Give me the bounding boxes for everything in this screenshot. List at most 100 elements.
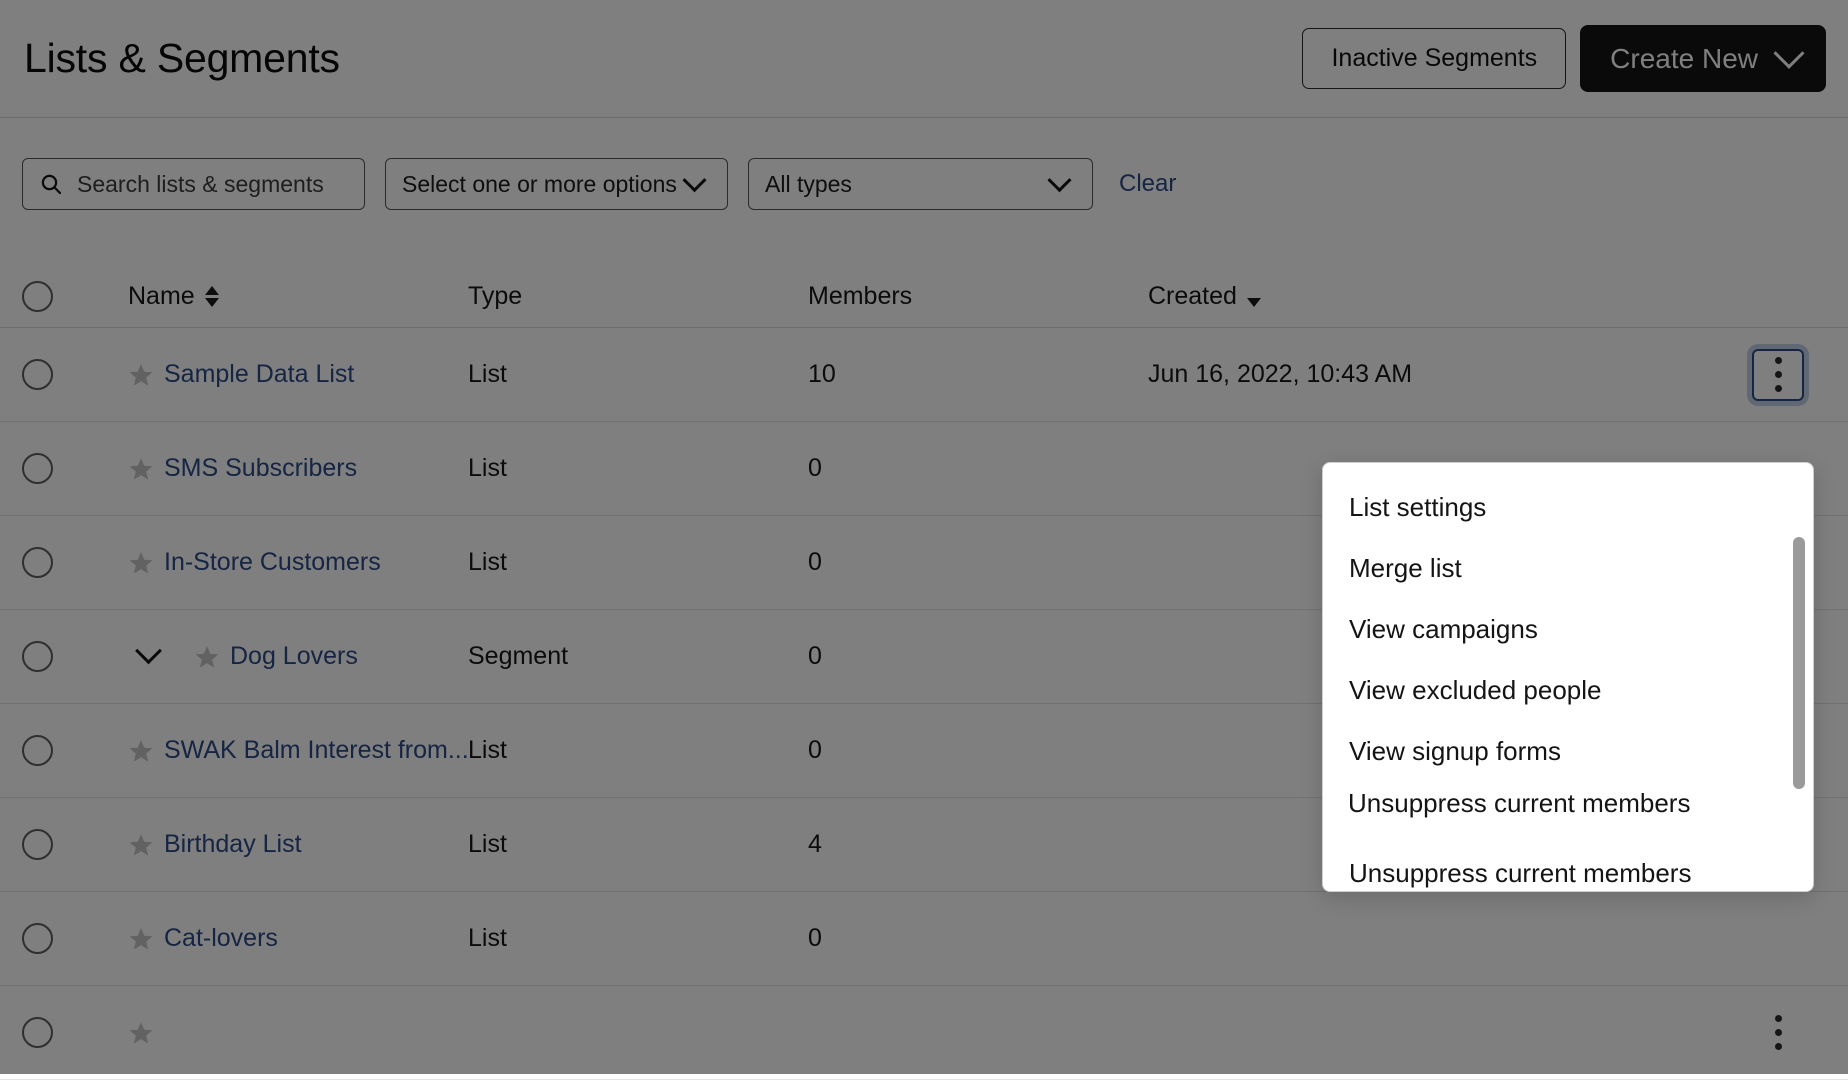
star-icon[interactable]	[194, 644, 220, 670]
table-row[interactable]: Cat-lovers List 0	[0, 892, 1848, 986]
menu-item-list-settings[interactable]: List settings	[1323, 477, 1813, 538]
row-name-cell: Sample Data List	[128, 360, 468, 389]
row-type: List	[468, 454, 808, 483]
select-all-cell	[22, 281, 128, 312]
list-name-link[interactable]: Cat-lovers	[164, 924, 278, 953]
row-type: List	[468, 924, 808, 953]
dropdown-scrollbar-thumb[interactable]	[1793, 537, 1805, 789]
row-type: List	[468, 360, 808, 389]
chevron-down-icon	[682, 168, 706, 192]
row-select-cell	[22, 735, 128, 766]
menu-item-merge-list[interactable]: Merge list	[1323, 538, 1813, 599]
row-checkbox[interactable]	[22, 359, 53, 390]
create-new-button[interactable]: Create New	[1580, 25, 1826, 92]
row-checkbox[interactable]	[22, 923, 53, 954]
table-row[interactable]	[0, 986, 1848, 1080]
row-name-cell	[128, 1020, 468, 1046]
column-header-type: Type	[468, 282, 808, 311]
star-icon[interactable]	[128, 550, 154, 576]
search-icon	[39, 172, 63, 196]
row-type: List	[468, 548, 808, 577]
search-input[interactable]: Search lists & segments	[22, 158, 365, 210]
row-name-cell: In-Store Customers	[128, 548, 468, 577]
chevron-down-icon	[1047, 168, 1071, 192]
column-header-members: Members	[808, 282, 1148, 311]
list-name-link[interactable]: SWAK Balm Interest from...	[164, 736, 469, 765]
column-header-created[interactable]: Created	[1148, 282, 1708, 311]
list-name-link[interactable]: Birthday List	[164, 830, 302, 859]
types-select[interactable]: All types	[748, 158, 1093, 210]
row-checkbox[interactable]	[22, 547, 53, 578]
row-members: 4	[808, 830, 1148, 859]
list-name-link[interactable]: Sample Data List	[164, 360, 354, 389]
row-actions-menu-button[interactable]	[1752, 1007, 1804, 1059]
page-title: Lists & Segments	[24, 38, 340, 79]
column-header-type-label: Type	[468, 282, 522, 311]
page-header: Lists & Segments Inactive Segments Creat…	[0, 0, 1848, 118]
dropdown-scrollbar[interactable]	[1793, 475, 1805, 879]
star-icon[interactable]	[128, 1020, 154, 1046]
row-checkbox[interactable]	[22, 641, 53, 672]
table-header-row: Name Type Members Created	[0, 266, 1848, 328]
search-input-placeholder: Search lists & segments	[77, 171, 324, 198]
row-members: 0	[808, 736, 1148, 765]
star-icon[interactable]	[128, 456, 154, 482]
options-select[interactable]: Select one or more options	[385, 158, 728, 210]
star-icon[interactable]	[128, 832, 154, 858]
column-header-name-label: Name	[128, 282, 195, 311]
filter-bar: Search lists & segments Select one or mo…	[0, 118, 1848, 222]
row-members: 0	[808, 454, 1148, 483]
list-name-link[interactable]: Dog Lovers	[230, 642, 358, 671]
row-type: List	[468, 736, 808, 765]
row-name-cell: Birthday List	[128, 830, 468, 859]
row-checkbox[interactable]	[22, 829, 53, 860]
row-select-cell	[22, 547, 128, 578]
star-icon[interactable]	[128, 926, 154, 952]
row-members: 0	[808, 548, 1148, 577]
row-select-cell	[22, 359, 128, 390]
table-row[interactable]: Sample Data List List 10 Jun 16, 2022, 1…	[0, 328, 1848, 422]
lists-and-segments-page: Lists & Segments Inactive Segments Creat…	[0, 0, 1848, 1074]
header-actions: Inactive Segments Create New	[1302, 25, 1826, 92]
row-actions-cell	[1708, 349, 1848, 401]
menu-item-view-campaigns[interactable]: View campaigns	[1323, 599, 1813, 660]
menu-item-view-signup-forms[interactable]: View signup forms	[1323, 721, 1813, 782]
row-created: Jun 16, 2022, 10:43 AM	[1148, 360, 1708, 389]
menu-item-unsuppress-current-members-highlighted[interactable]: Unsuppress current members	[1323, 776, 1715, 831]
row-name-cell: SWAK Balm Interest from...	[128, 736, 468, 765]
row-select-cell	[22, 453, 128, 484]
sort-icon[interactable]	[205, 286, 219, 307]
row-actions-menu-button[interactable]	[1752, 349, 1804, 401]
row-select-cell	[22, 829, 128, 860]
expand-row-button[interactable]	[128, 637, 168, 677]
column-header-name[interactable]: Name	[128, 282, 468, 311]
select-all-checkbox[interactable]	[22, 281, 53, 312]
row-name-cell: SMS Subscribers	[128, 454, 468, 483]
row-select-cell	[22, 1017, 128, 1048]
row-checkbox[interactable]	[22, 1017, 53, 1048]
sort-icon[interactable]	[1247, 286, 1261, 307]
row-actions-cell	[1708, 1007, 1848, 1059]
create-new-label: Create New	[1610, 43, 1758, 75]
row-members: 0	[808, 642, 1148, 671]
list-name-link[interactable]: SMS Subscribers	[164, 454, 357, 483]
row-members: 10	[808, 360, 1148, 389]
row-checkbox[interactable]	[22, 453, 53, 484]
menu-item-view-excluded-people[interactable]: View excluded people	[1323, 660, 1813, 721]
options-select-value: Select one or more options	[402, 171, 677, 198]
row-name-cell: Cat-lovers	[128, 924, 468, 953]
inactive-segments-button[interactable]: Inactive Segments	[1302, 28, 1566, 89]
row-select-cell	[22, 923, 128, 954]
row-name-cell: Dog Lovers	[194, 637, 534, 677]
column-header-members-label: Members	[808, 282, 912, 311]
chevron-down-icon	[1773, 37, 1804, 68]
menu-item-unsuppress-current-members[interactable]: Unsuppress current members	[1323, 843, 1813, 891]
row-select-cell	[22, 641, 128, 672]
row-checkbox[interactable]	[22, 735, 53, 766]
star-icon[interactable]	[128, 738, 154, 764]
types-select-value: All types	[765, 171, 852, 198]
clear-filters-link[interactable]: Clear	[1119, 170, 1176, 198]
list-name-link[interactable]: In-Store Customers	[164, 548, 381, 577]
star-icon[interactable]	[128, 362, 154, 388]
column-header-created-label: Created	[1148, 282, 1237, 311]
